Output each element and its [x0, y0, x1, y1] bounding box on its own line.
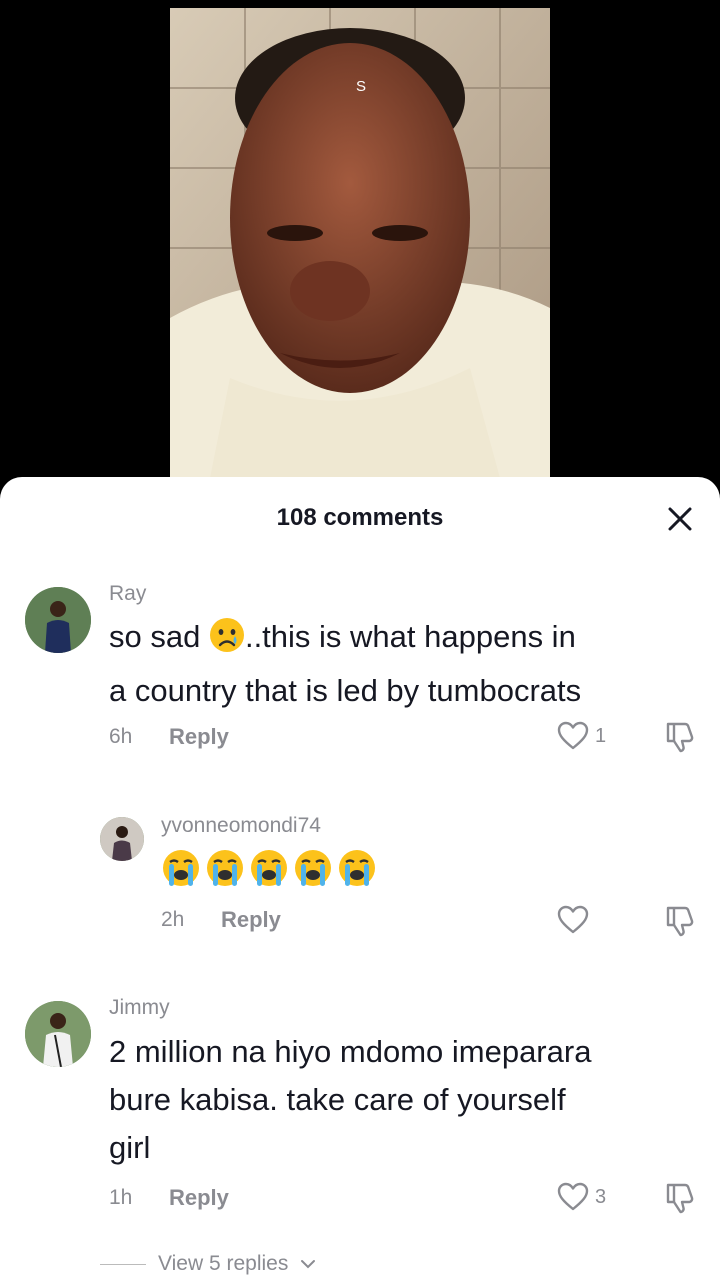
comment-text-part: ..this is what happens in [244, 619, 576, 654]
heart-icon [557, 905, 589, 934]
like-button[interactable]: 3 [557, 1182, 606, 1212]
dislike-icon[interactable] [663, 721, 697, 758]
loudly-crying-face-emoji [207, 850, 243, 886]
comments-sheet: 108 comments Ray so sad ..this is what h… [0, 477, 720, 1286]
comment-text-line: girl [109, 1130, 151, 1165]
like-button[interactable] [557, 905, 595, 935]
comment-time: 1h [109, 1186, 133, 1209]
avatar[interactable] [100, 817, 144, 861]
chevron-down-icon [301, 1260, 316, 1269]
loudly-crying-face-emoji [251, 850, 287, 886]
reply-button[interactable]: Reply [169, 1185, 229, 1211]
crying-face-emoji [209, 617, 245, 667]
loudly-crying-face-emoji [339, 850, 375, 886]
comment-text-part: so sad [109, 619, 209, 654]
comment-time: 2h [161, 908, 185, 931]
reply-button[interactable]: Reply [169, 724, 229, 750]
avatar[interactable] [25, 587, 91, 653]
video-overlay-letter: S [356, 78, 367, 95]
video-frame: S [170, 8, 550, 478]
comment-text-line: 2 million na hiyo mdomo imeparara [109, 1034, 592, 1069]
loudly-crying-face-emoji [295, 850, 331, 886]
divider [100, 1263, 146, 1265]
view-replies-button[interactable]: View 5 replies [100, 1252, 316, 1276]
comments-header: 108 comments [0, 477, 720, 559]
comment-text: so sad ..this is what happens in a count… [109, 613, 709, 715]
dislike-icon[interactable] [663, 1182, 697, 1219]
dislike-icon[interactable] [663, 905, 697, 942]
comment-text: 2 million na hiyo mdomo imeparara bure k… [109, 1028, 709, 1172]
comment-emoji-row [161, 848, 377, 888]
comment-text-part: a country that is led by tumbocrats [109, 673, 582, 708]
comment-username[interactable]: Jimmy [109, 996, 170, 1020]
reply-button[interactable]: Reply [221, 907, 281, 933]
like-button[interactable]: 1 [557, 721, 606, 751]
comment-username[interactable]: Ray [109, 582, 146, 606]
like-count: 1 [595, 724, 607, 747]
view-replies-label: View 5 replies [158, 1252, 289, 1275]
heart-icon [557, 721, 589, 750]
comment-text-line: bure kabisa. take care of yourself [109, 1082, 566, 1117]
like-count: 3 [595, 1185, 607, 1208]
close-icon[interactable] [666, 505, 694, 533]
video-player[interactable]: S [0, 0, 720, 500]
avatar[interactable] [25, 1001, 91, 1067]
loudly-crying-face-emoji [163, 850, 199, 886]
comment-username[interactable]: yvonneomondi74 [161, 814, 321, 838]
comments-count-title: 108 comments [276, 504, 444, 531]
heart-icon [557, 1182, 589, 1211]
comment-time: 6h [109, 725, 133, 748]
